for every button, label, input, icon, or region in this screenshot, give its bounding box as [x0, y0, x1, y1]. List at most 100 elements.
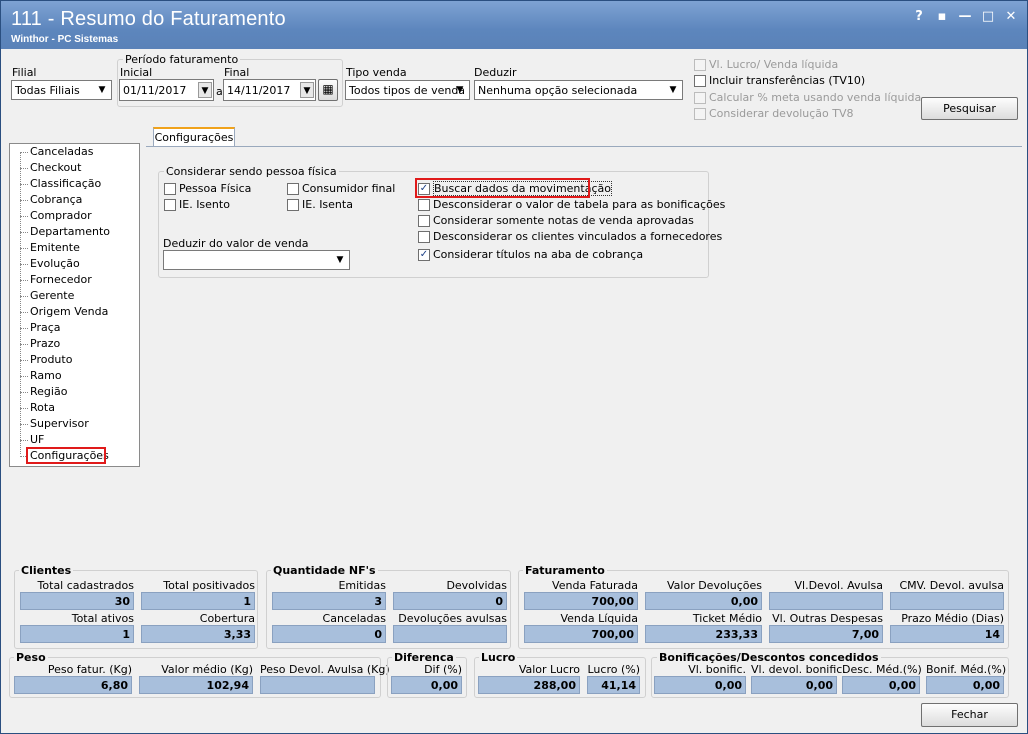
tree-connector — [20, 408, 28, 409]
vl-lucro-checkbox[interactable]: Vl. Lucro/ Venda líquida — [694, 58, 838, 71]
tree-connector — [20, 248, 28, 249]
desconsiderar-tabela-label: Desconsiderar o valor de tabela para as … — [433, 198, 726, 211]
checkbox-box — [287, 182, 299, 195]
faturamento-title: Faturamento — [523, 564, 607, 577]
tree-item-canceladas[interactable]: Canceladas — [30, 145, 93, 158]
tree-connector — [20, 376, 28, 377]
tree-connector — [20, 424, 28, 425]
tree-item-fornecedor[interactable]: Fornecedor — [30, 273, 92, 286]
filial-select[interactable]: Todas Filiais ▼ — [11, 80, 112, 100]
titulos-cobranca-label: Considerar títulos na aba de cobrança — [433, 248, 644, 261]
tree-connector — [20, 312, 28, 313]
ie-isento-label: IE. Isento — [179, 198, 230, 211]
tree-item-ramo[interactable]: Ramo — [30, 369, 62, 382]
valor-lucro-value: 288,00 — [478, 676, 580, 694]
inicial-label: Inicial — [120, 66, 153, 79]
tree-item-emitente[interactable]: Emitente — [30, 241, 80, 254]
notas-aprovadas-checkbox[interactable]: Considerar somente notas de venda aprova… — [418, 214, 694, 227]
desc-med-label: Desc. Méd.(%) — [842, 663, 922, 676]
chevron-down-icon[interactable]: ▼ — [300, 82, 314, 98]
tree-connector — [20, 296, 28, 297]
tree-item-comprador[interactable]: Comprador — [30, 209, 92, 222]
incluir-transferencias-checkbox[interactable]: Incluir transferências (TV10) — [694, 74, 865, 87]
tree-item-gerente[interactable]: Gerente — [30, 289, 74, 302]
deduzir-valor-select[interactable]: ▼ — [163, 250, 350, 270]
periodo-label: Período faturamento — [123, 53, 241, 66]
considerar-devolucao-checkbox[interactable]: Considerar devolução TV8 — [694, 107, 853, 120]
titulos-cobranca-checkbox[interactable]: ✓ Considerar títulos na aba de cobrança — [418, 248, 643, 261]
chevron-down-icon: ▼ — [669, 85, 677, 95]
valor-devolucoes-value: 0,00 — [645, 592, 762, 610]
calcular-meta-checkbox[interactable]: Calcular % meta usando venda líquida — [694, 91, 921, 104]
calendar-icon[interactable]: ▦ — [318, 79, 338, 101]
inicial-date-value: 01/11/2017 — [123, 84, 187, 97]
tree-item-checkout[interactable]: Checkout — [30, 161, 81, 174]
tree-item-regiao[interactable]: Região — [30, 385, 67, 398]
tree-item-praca[interactable]: Praça — [30, 321, 61, 334]
outras-despesas-label: Vl. Outras Despesas — [772, 612, 883, 625]
checkbox-box — [164, 198, 176, 211]
tree-item-classificacao[interactable]: Classificação — [30, 177, 101, 190]
desconsiderar-tabela-checkbox[interactable]: Desconsiderar o valor de tabela para as … — [418, 198, 725, 211]
venda-faturada-label: Venda Faturada — [552, 579, 638, 592]
tree-item-evolucao[interactable]: Evolução — [30, 257, 80, 270]
bonif-med-label: Bonif. Méd.(%) — [926, 663, 1007, 676]
total-ativos-label: Total ativos — [71, 612, 134, 625]
devolucoes-avulsas-label: Devoluções avulsas — [398, 612, 507, 625]
devolvidas-value: 0 — [393, 592, 507, 610]
ie-isenta-checkbox[interactable]: IE. Isenta — [287, 198, 353, 211]
title-bar: 111 - Resumo do Faturamento Winthor - PC… — [1, 1, 1027, 49]
final-label: Final — [224, 66, 250, 79]
bonif-med-value: 0,00 — [926, 676, 1004, 694]
chevron-down-icon[interactable]: ▼ — [198, 82, 212, 98]
report-tree: Canceladas Checkout Classificação Cobran… — [9, 143, 140, 467]
deduzir-select[interactable]: Nenhuma opção selecionada ▼ — [474, 80, 683, 100]
emitidas-value: 3 — [272, 592, 386, 610]
nfs-title: Quantidade NF's — [271, 564, 378, 577]
maximize-icon[interactable]: □ — [980, 9, 996, 24]
consumidor-final-label: Consumidor final — [302, 182, 396, 195]
tree-item-produto[interactable]: Produto — [30, 353, 72, 366]
checkbox-box — [694, 91, 706, 104]
cobertura-label: Cobertura — [199, 612, 255, 625]
canceladas-value: 0 — [272, 625, 386, 643]
notas-aprovadas-label: Considerar somente notas de venda aprova… — [433, 214, 694, 227]
final-date-input[interactable]: 14/11/2017 ▼ — [223, 79, 316, 101]
vl-devol-avulsa-label: Vl.Devol. Avulsa — [794, 579, 884, 592]
tree-connector — [20, 344, 28, 345]
minimize-icon[interactable]: — — [957, 9, 973, 24]
style-icon[interactable]: ▪ — [934, 9, 950, 24]
ie-isenta-label: IE. Isenta — [302, 198, 353, 211]
deduzir-valor-label: Deduzir do valor de venda — [163, 237, 309, 250]
tipo-venda-select[interactable]: Todos tipos de venda ▼ — [345, 80, 470, 100]
tree-item-departamento[interactable]: Departamento — [30, 225, 110, 238]
tree-connector — [20, 152, 28, 153]
fechar-button[interactable]: Fechar — [921, 703, 1018, 727]
clientes-fornecedores-checkbox[interactable]: Desconsiderar os clientes vinculados a f… — [418, 230, 722, 243]
tree-item-prazo[interactable]: Prazo — [30, 337, 60, 350]
tree-item-cobranca[interactable]: Cobrança — [30, 193, 82, 206]
consumidor-final-checkbox[interactable]: Consumidor final — [287, 182, 395, 195]
tab-divider — [146, 146, 1022, 147]
tree-item-origem-venda[interactable]: Origem Venda — [30, 305, 108, 318]
tab-configuracoes[interactable]: Configurações — [153, 127, 235, 147]
tree-connector — [20, 280, 28, 281]
close-icon[interactable]: ✕ — [1003, 9, 1019, 24]
ie-isento-checkbox[interactable]: IE. Isento — [164, 198, 230, 211]
inicial-date-input[interactable]: 01/11/2017 ▼ — [119, 79, 214, 101]
incluir-transferencias-label: Incluir transferências (TV10) — [709, 74, 866, 87]
help-icon[interactable]: ? — [911, 9, 927, 24]
checkmark-icon: ✓ — [418, 248, 430, 261]
tree-item-supervisor[interactable]: Supervisor — [30, 417, 89, 430]
window-subtitle: Winthor - PC Sistemas — [11, 34, 119, 45]
tree-connector — [20, 392, 28, 393]
tree-connector — [20, 264, 28, 265]
tree-item-uf[interactable]: UF — [30, 433, 44, 446]
canceladas-label: Canceladas — [322, 612, 386, 625]
total-cadastrados-label: Total cadastrados — [37, 579, 134, 592]
pessoa-fisica-checkbox[interactable]: Pessoa Física — [164, 182, 251, 195]
pesquisar-button[interactable]: Pesquisar — [921, 97, 1018, 120]
tree-item-rota[interactable]: Rota — [30, 401, 55, 414]
checkbox-box — [694, 74, 706, 87]
clientes-fornecedores-label: Desconsiderar os clientes vinculados a f… — [433, 230, 723, 243]
